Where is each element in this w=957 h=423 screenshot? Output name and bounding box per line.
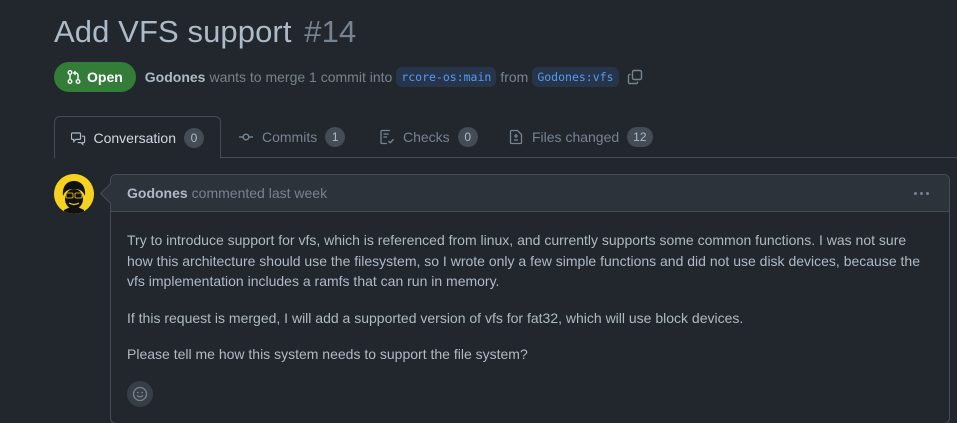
pull-request-page: Add VFS support #14 Open Godones wants t…: [0, 0, 957, 423]
tab-conversation[interactable]: Conversation 0: [54, 116, 221, 159]
tab-counter: 0: [184, 127, 204, 148]
git-commit-icon: [239, 133, 253, 141]
kebab-horizontal-icon[interactable]: [911, 184, 931, 202]
comment-author-link[interactable]: Godones: [127, 185, 188, 201]
tab-label: Commits: [262, 129, 318, 145]
head-branch[interactable]: Godones:vfs: [532, 67, 619, 87]
page-title: Add VFS support #14: [54, 14, 356, 50]
copy-icon[interactable]: [627, 69, 643, 85]
state-label: Open: [87, 69, 123, 85]
comment-header: Godones commented last week: [111, 175, 949, 212]
tab-files-changed[interactable]: Files changed 12: [492, 116, 669, 158]
comment-paragraph: Try to introduce support for vfs, which …: [127, 232, 920, 289]
pr-author-link[interactable]: Godones: [145, 69, 206, 85]
comment-meta[interactable]: commented last week: [192, 185, 327, 201]
add-reaction-button[interactable]: [127, 381, 153, 407]
tab-label: Checks: [403, 129, 450, 145]
comment-discussion-icon: [71, 131, 86, 146]
comment-paragraph: Please tell me how this system needs to …: [127, 346, 528, 362]
state-badge: Open: [54, 62, 136, 92]
tab-checks[interactable]: Checks 0: [363, 116, 494, 158]
comment-box: Godones commented last week Try to intro…: [110, 174, 950, 423]
avatar[interactable]: [54, 174, 94, 214]
pr-title: Add VFS support: [54, 14, 292, 49]
tab-label: Conversation: [93, 129, 177, 146]
tab-commits[interactable]: Commits 1: [222, 116, 361, 158]
merge-text: wants to merge 1 commit into: [209, 69, 393, 85]
comment-body: Try to introduce support for vfs, which …: [111, 212, 949, 365]
tab-counter: 1: [325, 127, 346, 147]
pr-number: #14: [304, 14, 357, 49]
file-diff-icon: [509, 129, 523, 145]
pr-tabs: Conversation 0 Commits 1 Checks 0 Files …: [54, 116, 957, 159]
checklist-icon: [380, 129, 395, 145]
pr-meta: Open Godones wants to merge 1 commit int…: [54, 62, 643, 92]
comment-paragraph: If this request is merged, I will add a …: [127, 309, 744, 326]
base-branch[interactable]: rcore-os:main: [396, 67, 497, 87]
smiley-icon: [132, 386, 148, 402]
tab-label: Files changed: [532, 129, 620, 145]
tab-counter: 0: [457, 127, 478, 147]
from-text: from: [500, 69, 529, 85]
git-pull-request-icon: [67, 70, 81, 84]
tab-counter: 12: [627, 127, 653, 147]
